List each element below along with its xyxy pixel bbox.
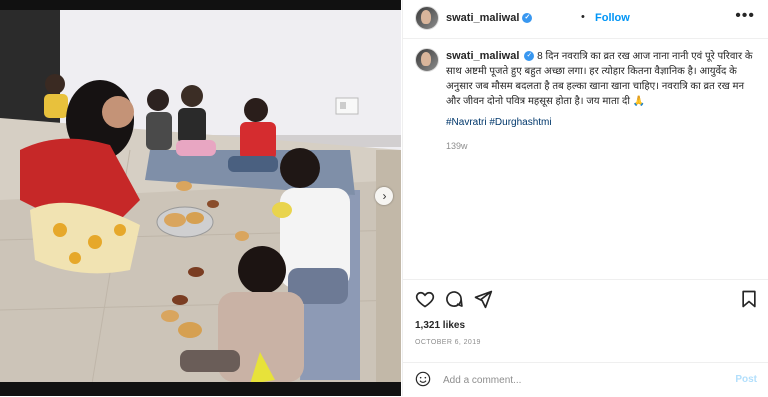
post-age: 139w (446, 141, 468, 151)
save-button[interactable] (739, 289, 759, 309)
post-comment-button[interactable]: Post (735, 374, 757, 385)
caption-avatar[interactable] (415, 48, 439, 72)
bookmark-icon (742, 290, 756, 308)
heart-icon (415, 291, 435, 308)
action-bar (403, 279, 768, 320)
chevron-right-icon: › (382, 189, 387, 203)
caption-body: swati_maliwal ✓ 8 दिन नवरात्रि का व्रत रख… (446, 49, 761, 109)
next-photo-button[interactable]: › (375, 187, 393, 205)
post-photo[interactable]: › (0, 0, 401, 396)
likes-count[interactable]: 1,321 likes (415, 320, 465, 331)
emoji-icon[interactable] (415, 371, 431, 387)
comment-button[interactable] (444, 289, 464, 309)
username[interactable]: swati_maliwal ✓ (446, 12, 533, 24)
comment-icon (446, 291, 463, 307)
post-side-panel: swati_maliwal ✓ • Follow ••• swati_maliwa… (402, 0, 768, 396)
like-button[interactable] (415, 289, 435, 309)
caption-username[interactable]: swati_maliwal (446, 50, 519, 62)
username-text[interactable]: swati_maliwal (446, 12, 519, 24)
comment-bar: Post (403, 362, 768, 397)
separator-dot: • (581, 11, 585, 23)
more-options-icon[interactable]: ••• (735, 7, 755, 25)
send-icon (474, 290, 493, 309)
verified-badge-icon: ✓ (524, 51, 535, 62)
post-date: OCTOBER 6, 2019 (415, 339, 481, 346)
photo-illustration (0, 0, 401, 396)
post-header: swati_maliwal ✓ • Follow ••• (403, 0, 768, 39)
hashtags[interactable]: #Navratri #Durghashtmi (446, 117, 552, 128)
instagram-post-window: › swati_maliwal ✓ • Follow ••• swati_mali… (0, 0, 768, 396)
avatar[interactable] (415, 6, 439, 30)
share-button[interactable] (473, 289, 493, 309)
comment-input[interactable] (443, 371, 713, 389)
follow-button[interactable]: Follow (595, 12, 630, 24)
verified-badge-icon: ✓ (522, 13, 533, 24)
